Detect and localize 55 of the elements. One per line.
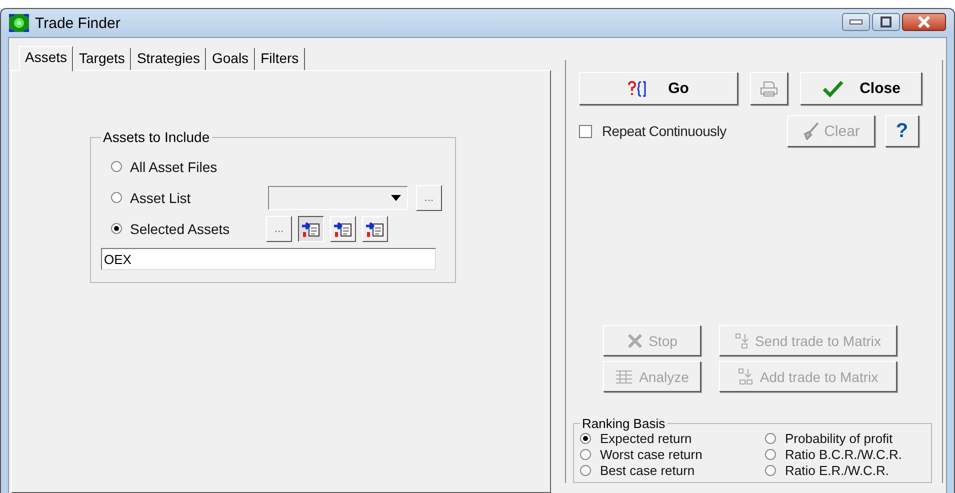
import-icon xyxy=(365,220,385,238)
group-title: Ranking Basis xyxy=(581,416,666,431)
minimize-button[interactable] xyxy=(842,13,870,31)
radio-option[interactable]: Ratio B.C.R./W.C.R. xyxy=(765,447,925,462)
radio-button[interactable] xyxy=(580,449,591,460)
radio-button[interactable] xyxy=(765,433,776,444)
tab[interactable]: Goals xyxy=(206,48,255,70)
close-button[interactable] xyxy=(902,13,946,31)
browse-button[interactable]: ... xyxy=(416,184,442,210)
app-icon xyxy=(9,14,29,32)
assets-field[interactable]: OEX xyxy=(101,248,436,270)
tab[interactable]: Assets xyxy=(19,46,74,71)
radio-option[interactable]: Selected Assets xyxy=(101,220,266,236)
close-icon xyxy=(917,16,931,28)
radio-button[interactable] xyxy=(765,449,776,460)
group-title: Assets to Include xyxy=(102,129,211,145)
maximize-icon xyxy=(880,16,892,28)
radio-option[interactable]: Asset List xyxy=(101,190,266,206)
radio-option[interactable]: Best case return xyxy=(580,463,765,478)
repeat-checkbox-option[interactable]: Repeat Continuously xyxy=(579,123,787,139)
brush-icon xyxy=(802,122,820,140)
radio-button[interactable] xyxy=(580,433,591,444)
minimize-icon xyxy=(849,19,863,25)
transfer-icon xyxy=(738,368,754,386)
radio-button[interactable] xyxy=(580,465,591,476)
radio-button[interactable] xyxy=(111,223,122,234)
checkbox[interactable] xyxy=(579,124,592,138)
go-button[interactable]: Go xyxy=(579,72,738,105)
help-button[interactable]: ? xyxy=(885,115,919,147)
import-button[interactable] xyxy=(298,216,324,242)
import-icon xyxy=(333,220,353,238)
asset-list-dropdown[interactable] xyxy=(268,186,408,210)
radio-option[interactable]: Worst case return xyxy=(580,447,765,462)
printer-icon xyxy=(760,80,778,96)
query-icon xyxy=(628,80,646,96)
x-icon xyxy=(626,332,643,348)
browse-button[interactable]: ... xyxy=(266,216,292,242)
caret-icon xyxy=(391,194,401,200)
radio-option[interactable]: Ratio E.R./W.C.R. xyxy=(765,463,925,478)
radio-option[interactable]: Expected return xyxy=(580,431,765,446)
radio-option[interactable]: All Asset Files xyxy=(101,158,266,174)
radio-button[interactable] xyxy=(111,161,122,172)
transfer-icon xyxy=(734,332,749,348)
checkmark-icon xyxy=(822,80,844,98)
table-icon xyxy=(615,368,634,384)
radio-button[interactable] xyxy=(765,465,776,476)
tab[interactable]: Filters xyxy=(254,48,305,70)
radio-option[interactable]: Probability of profit xyxy=(765,431,925,446)
tab[interactable]: Targets xyxy=(73,48,131,70)
window-title: Trade Finder xyxy=(35,14,120,32)
radio-button[interactable] xyxy=(111,192,122,203)
import-icon xyxy=(301,220,321,238)
maximize-button[interactable] xyxy=(872,13,900,31)
close-dialog-button[interactable]: Close xyxy=(800,72,922,105)
tab[interactable]: Strategies xyxy=(130,48,206,70)
